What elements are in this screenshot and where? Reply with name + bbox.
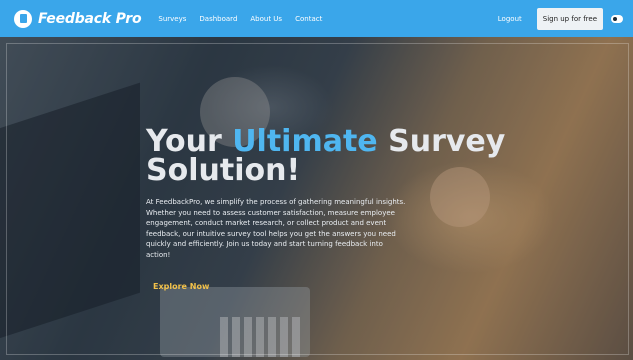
logout-button[interactable]: Logout [498,15,522,23]
feedback-icon [14,9,32,28]
nav-actions: Logout Sign up for free [498,7,623,30]
nav-link-dashboard[interactable]: Dashboard [199,15,237,23]
hero-section: Your Ultimate Survey Solution! At Feedba… [0,37,633,360]
theme-toggle[interactable] [611,14,623,23]
nav-link-surveys[interactable]: Surveys [158,15,186,23]
explore-now-button[interactable]: Explore Now [153,282,209,291]
nav-links: Surveys Dashboard About Us Contact [158,15,322,23]
hero-description: At FeedbackPro, we simplify the process … [146,198,406,259]
hero-headline: Your Ultimate Survey Solution! [146,127,506,186]
brand-name: Feedback Pro [38,10,142,27]
brand-logo[interactable]: Feedback Pro [14,9,142,28]
signup-button[interactable]: Sign up for free [536,7,603,30]
nav-link-contact[interactable]: Contact [295,15,322,23]
nav-link-about[interactable]: About Us [250,15,282,23]
top-navbar: Feedback Pro Surveys Dashboard About Us … [0,0,633,37]
